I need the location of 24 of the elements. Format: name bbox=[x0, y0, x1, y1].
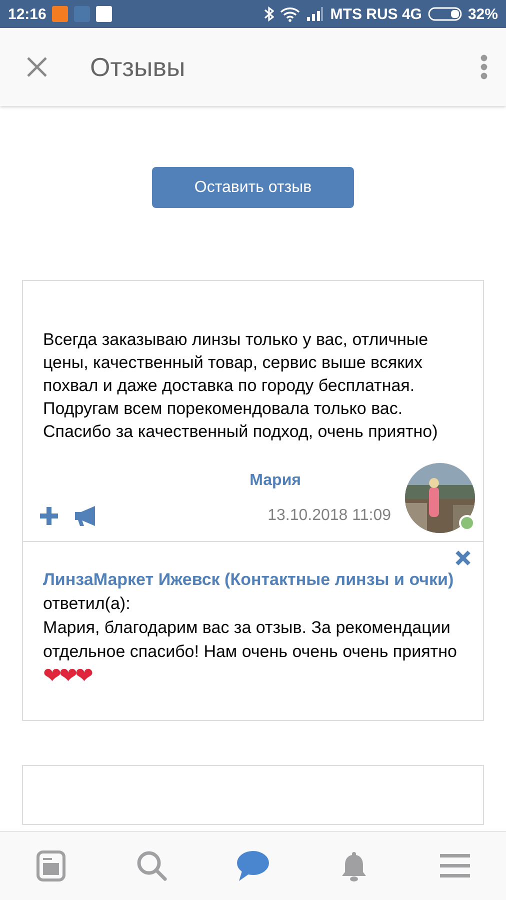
wifi-icon bbox=[280, 6, 300, 22]
review-text: Всегда заказываю линзы только у вас, отличные цены, качественный товар, сервис выше всяких похвал и даже доставка по городу бесплатная. Подругам всем порекомендовала только вас. Спасибо за качественный подход, очень приятно) bbox=[42, 329, 439, 443]
battery-icon bbox=[428, 7, 462, 21]
signal-icon bbox=[306, 7, 324, 21]
page-title: Отзывы bbox=[90, 52, 186, 82]
review-author[interactable]: Мария bbox=[250, 472, 301, 490]
plus-icon[interactable] bbox=[39, 506, 59, 526]
search-icon bbox=[136, 850, 168, 882]
reply-text: ЛинзаМаркет Ижевск (Контактные линзы и очки) ответил(а): Мария, благодарим вас за отзыв. За рекомендации отдельное спасибо! Нам очень очень очень приятно ❤❤❤ bbox=[43, 569, 458, 690]
nav-tab[interactable] bbox=[234, 848, 271, 884]
app-notification-icon bbox=[52, 6, 68, 22]
status-time: 12:16 bbox=[8, 6, 46, 22]
leave-review-button[interactable]: Оставить отзыв bbox=[152, 167, 354, 208]
more-options-icon[interactable] bbox=[480, 54, 488, 80]
app-notification-icon bbox=[74, 6, 90, 22]
chat-bubble-icon bbox=[236, 850, 270, 882]
close-icon[interactable] bbox=[26, 56, 48, 78]
review-date: 13.10.2018 11:09 bbox=[268, 506, 391, 524]
menu-icon bbox=[440, 853, 470, 879]
bluetooth-icon bbox=[264, 6, 274, 22]
battery-percent: 32% bbox=[468, 6, 498, 22]
carrier-label: MTS RUS 4G bbox=[330, 6, 422, 22]
close-icon[interactable] bbox=[455, 550, 471, 566]
newsfeed-icon bbox=[36, 850, 66, 882]
